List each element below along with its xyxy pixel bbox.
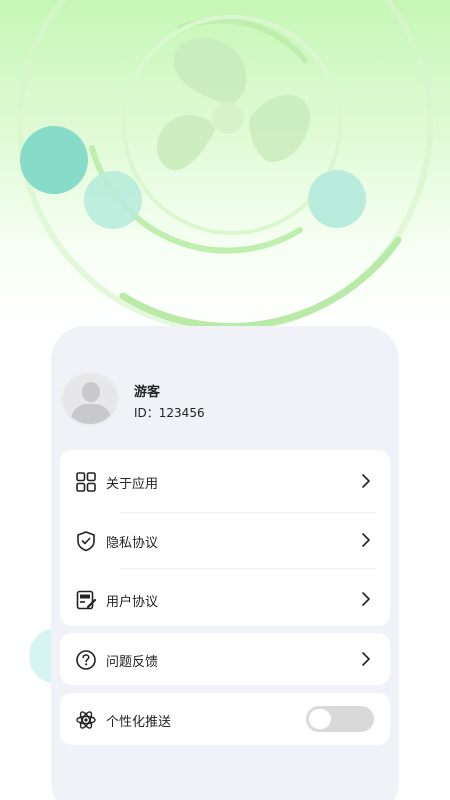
user-id: ID：123456: [134, 406, 205, 420]
menu-item-label: 个性化推送: [106, 715, 172, 730]
chevron-right-icon: [362, 652, 370, 666]
document-edit-icon: [76, 590, 97, 610]
user-name: 游客: [134, 385, 161, 400]
divider: [120, 568, 376, 569]
grid-apps-icon: [76, 472, 96, 492]
menu-item-label: 问题反馈: [106, 655, 159, 670]
menu-item-feedback[interactable]: 问题反馈: [60, 630, 390, 688]
feedback-card: 问题反馈: [60, 633, 390, 685]
decor-bubble: [308, 170, 366, 228]
shield-check-icon: [77, 531, 95, 552]
avatar-head-shape: [82, 382, 100, 402]
question-circle-icon: [76, 650, 96, 670]
menu-item-about[interactable]: 关于应用: [60, 452, 390, 510]
decor-bubble: [20, 126, 88, 194]
chevron-right-icon: [362, 592, 370, 606]
toggle-knob: [308, 708, 332, 730]
menu-item-label: 关于应用: [106, 477, 159, 492]
menu-item-user-agreement[interactable]: 用户协议: [60, 570, 390, 628]
menu-item-label: 隐私协议: [106, 536, 159, 551]
menu-card: 关于应用 隐私协议 用户协议: [60, 450, 390, 626]
avatar[interactable]: [61, 372, 119, 426]
chevron-right-icon: [362, 474, 370, 488]
user-profile[interactable]: 游客 ID：123456: [61, 372, 391, 428]
atom-icon: [76, 711, 96, 729]
chevron-right-icon: [362, 533, 370, 547]
decor-bubble: [84, 171, 142, 229]
avatar-body-shape: [71, 404, 111, 424]
menu-item-label: 用户协议: [106, 595, 159, 610]
menu-item-privacy[interactable]: 隐私协议: [60, 511, 390, 569]
push-toggle[interactable]: [306, 706, 374, 732]
push-card: 个性化推送: [60, 693, 390, 745]
hero-background: [0, 0, 450, 330]
